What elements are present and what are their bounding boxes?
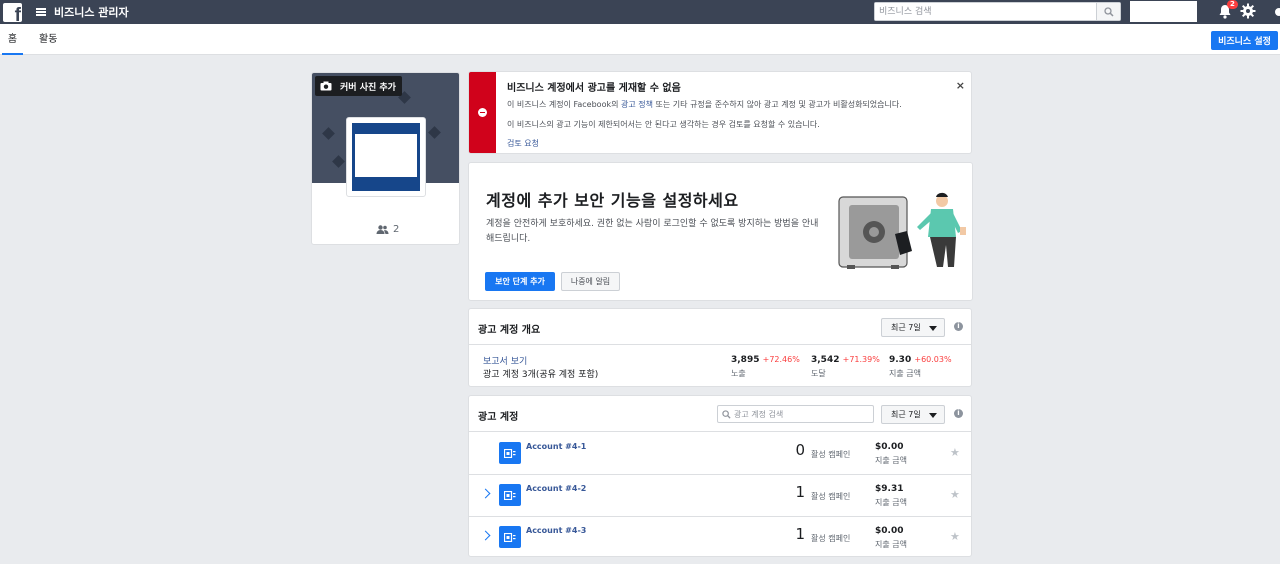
overview-header: 광고 계정 개요 최근 7일 i	[469, 309, 971, 345]
add-cover-photo-button[interactable]: 커버 사진 추가	[315, 76, 402, 96]
info-icon[interactable]: i	[954, 409, 963, 418]
accounts-date-range-dropdown[interactable]: 최근 7일	[881, 405, 945, 424]
spend-label: 지출 금액	[889, 369, 921, 378]
spend-value: 9.30 +60.03%	[889, 355, 952, 365]
decoration	[332, 155, 345, 168]
spend-label: 지출 금액	[875, 456, 907, 465]
app-title[interactable]: 비즈니스 관리자	[54, 4, 129, 20]
people-count[interactable]: 2	[376, 224, 399, 235]
ad-account-icon	[499, 442, 521, 464]
overview-date-range-dropdown[interactable]: 최근 7일	[881, 318, 945, 337]
settings-gear-icon[interactable]	[1240, 3, 1256, 19]
menu-icon[interactable]	[36, 8, 46, 16]
reach-label: 도달	[811, 369, 826, 378]
ad-policy-link[interactable]: 광고 정책	[621, 100, 653, 109]
ad-account-icon	[499, 484, 521, 506]
tab-activity[interactable]: 활동	[39, 24, 57, 55]
accounts-title: 광고 계정	[478, 412, 519, 423]
spend-label: 지출 금액	[875, 498, 907, 507]
star-icon[interactable]: ★	[950, 446, 960, 459]
camera-icon	[320, 81, 332, 91]
people-count-value: 2	[393, 224, 400, 235]
ad-account-row[interactable]: Account #4-2 1 활성 캠페인 $9.31 지출 금액 ★	[469, 475, 971, 517]
active-campaign-label: 활성 캠페인	[811, 534, 851, 543]
search-button[interactable]	[1096, 3, 1120, 20]
accounts-header: 광고 계정 최근 7일 i	[469, 396, 971, 432]
star-icon[interactable]: ★	[950, 530, 960, 543]
spend-amount: $9.31	[875, 484, 904, 494]
overview-title: 광고 계정 개요	[478, 325, 541, 336]
alert-stripe	[469, 72, 496, 153]
sub-navigation: 홈 활동	[0, 24, 1280, 55]
account-search[interactable]	[717, 405, 874, 423]
ad-account-name[interactable]: Account #4-2	[526, 484, 586, 493]
ad-account-row[interactable]: Account #4-1 0 활성 캠페인 $0.00 지출 금액 ★	[469, 433, 971, 475]
active-campaign-count: 1	[795, 525, 805, 543]
overview-subtitle: 광고 계정 3개(공유 계정 포함)	[483, 370, 599, 380]
close-icon[interactable]: ×	[956, 79, 965, 92]
spend-label: 지출 금액	[875, 540, 907, 549]
tab-home[interactable]: 홈	[2, 24, 23, 55]
alert-title: 비즈니스 계정에서 광고를 게재할 수 없음	[507, 83, 681, 94]
search-icon	[1103, 6, 1114, 17]
chevron-right-icon[interactable]	[480, 530, 491, 541]
spend-change: +60.03%	[914, 355, 952, 364]
business-search[interactable]	[874, 2, 1121, 21]
add-cover-photo-label: 커버 사진 추가	[340, 82, 396, 93]
ad-account-icon	[499, 526, 521, 548]
active-campaign-count: 1	[795, 483, 805, 501]
add-security-step-button[interactable]: 보안 단계 추가	[485, 272, 555, 291]
active-campaign-count: 0	[795, 441, 805, 459]
account-search-input[interactable]	[734, 409, 864, 419]
impressions-label: 노출	[731, 369, 746, 378]
active-campaign-label: 활성 캠페인	[811, 450, 851, 459]
alert-line1: 이 비즈니스 계정이 Facebook의 광고 정책 또는 기타 규정을 준수하…	[507, 100, 902, 109]
help-icon[interactable]	[1272, 5, 1280, 19]
ad-account-name[interactable]: Account #4-1	[526, 442, 586, 451]
ads-disabled-alert: 비즈니스 계정에서 광고를 게재할 수 없음 이 비즈니스 계정이 Facebo…	[468, 71, 972, 154]
security-title: 계정에 추가 보안 기능을 설정하세요	[486, 191, 739, 210]
security-safe-illustration	[838, 192, 966, 269]
decoration	[322, 127, 335, 140]
remind-later-button[interactable]: 나중에 알림	[561, 272, 620, 291]
alert-line2: 이 비즈니스의 광고 기능이 제한되어서는 안 된다고 생각하는 경우 검토를 …	[507, 120, 820, 129]
reach-change: +71.39%	[842, 355, 880, 364]
view-report-link[interactable]: 보고서 보기	[483, 354, 527, 367]
security-setup-card: 계정에 추가 보안 기능을 설정하세요 계정을 안전하게 보호하세요. 권한 없…	[468, 162, 973, 301]
spend-amount: $0.00	[875, 526, 904, 536]
star-icon[interactable]: ★	[950, 488, 960, 501]
ad-accounts-card: 광고 계정 최근 7일 i Account #4-1 0 활성 캠페인 $0.0…	[468, 395, 972, 557]
ad-account-row[interactable]: Account #4-3 1 활성 캠페인 $0.00 지출 금액 ★	[469, 517, 971, 556]
notification-badge: 2	[1227, 0, 1238, 9]
business-search-input[interactable]	[875, 3, 1096, 20]
business-settings-button[interactable]: 비즈니스 설정	[1211, 31, 1278, 50]
ad-account-name[interactable]: Account #4-3	[526, 526, 586, 535]
request-review-link[interactable]: 검토 요청	[507, 138, 539, 149]
reach-value: 3,542 +71.39%	[811, 355, 880, 365]
search-icon	[722, 409, 731, 419]
decoration	[428, 126, 441, 139]
chevron-right-icon[interactable]	[480, 488, 491, 499]
business-profile-card: 커버 사진 추가 2	[311, 72, 460, 245]
business-avatar[interactable]	[346, 117, 426, 197]
ad-account-overview-card: 광고 계정 개요 최근 7일 i 보고서 보기 광고 계정 3개(공유 계정 포…	[468, 308, 972, 387]
account-switcher[interactable]	[1130, 1, 1197, 22]
security-description: 계정을 안전하게 보호하세요. 권한 없는 사람이 로그인할 수 없도록 방지하…	[486, 219, 819, 244]
chevron-down-icon	[929, 413, 937, 418]
facebook-logo-icon[interactable]: f	[3, 2, 22, 22]
info-icon[interactable]: i	[954, 322, 963, 331]
impressions-value: 3,895 +72.46%	[731, 355, 800, 365]
people-icon	[376, 225, 389, 234]
impressions-change: +72.46%	[762, 355, 800, 364]
spend-amount: $0.00	[875, 442, 904, 452]
error-icon	[478, 108, 487, 117]
chevron-down-icon	[929, 326, 937, 331]
active-campaign-label: 활성 캠페인	[811, 492, 851, 501]
